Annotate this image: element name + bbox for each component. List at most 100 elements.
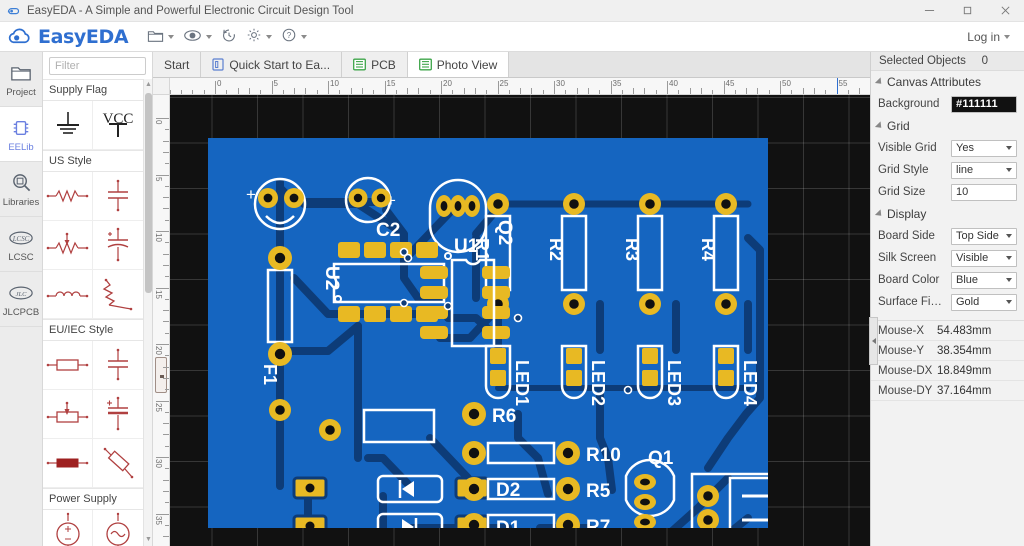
- ruler-major-tick: [611, 81, 612, 94]
- section-canvas-attributes[interactable]: Canvas Attributes: [871, 71, 1024, 93]
- ruler-minor-tick: [791, 90, 792, 94]
- close-button[interactable]: [986, 0, 1024, 22]
- svg-text:JLC: JLC: [16, 290, 28, 297]
- symbol-potentiometer-eu[interactable]: [43, 390, 93, 438]
- grid-size-input[interactable]: 10: [951, 184, 1017, 201]
- designator-F1: F1: [260, 364, 280, 385]
- sidebar-item-libraries[interactable]: Libraries: [0, 162, 42, 217]
- symbol-capacitor-eu[interactable]: [93, 341, 143, 389]
- symbol-resistor-us[interactable]: [43, 172, 93, 220]
- symbol-row: [43, 221, 143, 270]
- eelib-panel: Supply Flag VCC: [43, 52, 153, 546]
- symbol-capacitor-polar-eu[interactable]: [93, 390, 143, 438]
- panel-collapse-handle[interactable]: [869, 317, 878, 365]
- symbol-ac-source[interactable]: [93, 510, 143, 546]
- symbol-row: [43, 341, 143, 390]
- symbol-capacitor-us[interactable]: [93, 172, 143, 220]
- scroll-down-arrow[interactable]: ▼: [145, 536, 152, 544]
- easyeda-application: EasyEDA - A Simple and Powerful Electron…: [0, 0, 1024, 546]
- chevron-down-icon: [1006, 300, 1012, 304]
- scrollbar-thumb[interactable]: [145, 93, 152, 293]
- ruler-minor-tick: [165, 242, 169, 243]
- ruler-tick-label: 10: [154, 233, 163, 242]
- svg-text:LCSC: LCSC: [12, 234, 30, 242]
- symbol-gnd[interactable]: [43, 101, 93, 149]
- vertical-ruler-handle[interactable]: [155, 357, 167, 393]
- symbol-dc-source[interactable]: [43, 510, 93, 546]
- section-display[interactable]: Display: [871, 203, 1024, 225]
- sidebar-item-jlcpcb[interactable]: JLC JLCPCB: [0, 272, 42, 327]
- property-row-background: Background #111111: [871, 93, 1024, 115]
- history-menu-button[interactable]: [218, 26, 240, 48]
- designator-U1: U1: [454, 236, 479, 257]
- settings-menu-button[interactable]: [243, 25, 275, 48]
- tab-label: PCB: [371, 58, 396, 72]
- symbol-capacitor-polar-us[interactable]: [93, 221, 143, 269]
- chevron-down-icon: [266, 35, 272, 39]
- designator-D1: D1: [496, 518, 521, 528]
- designator-Q1: Q1: [648, 448, 674, 469]
- tab-start[interactable]: Start: [153, 52, 201, 77]
- ruler-minor-tick: [735, 90, 736, 94]
- pcb-board[interactable]: + + C2: [208, 138, 768, 528]
- tab-photo-view[interactable]: Photo View: [408, 52, 510, 77]
- folder-icon: [147, 28, 164, 46]
- property-row-grid-style: Grid Style line: [871, 159, 1024, 181]
- library-scrollbar[interactable]: ▲ ▼: [143, 79, 152, 546]
- filter-input[interactable]: [49, 57, 146, 75]
- property-row-board-side: Board Side Top Side: [871, 225, 1024, 247]
- designator-R7: R7: [586, 517, 610, 528]
- maximize-button[interactable]: [948, 0, 986, 22]
- ruler-minor-tick: [192, 90, 193, 94]
- login-button[interactable]: Log in: [967, 30, 1016, 44]
- visible-grid-select[interactable]: Yes: [951, 140, 1017, 157]
- chevron-down-icon: [1006, 168, 1012, 172]
- file-menu-button[interactable]: [144, 26, 177, 48]
- ruler-minor-tick: [163, 378, 169, 379]
- tab-pcb[interactable]: PCB: [342, 52, 408, 77]
- pcb-canvas[interactable]: + + C2: [170, 95, 870, 546]
- ruler-minor-tick: [859, 88, 860, 94]
- ruler-minor-tick: [520, 88, 521, 94]
- surface-finish-select[interactable]: Gold: [951, 294, 1017, 311]
- tab-quick-start[interactable]: Quick Start to Ea...: [201, 52, 342, 77]
- ruler-minor-tick: [757, 88, 758, 94]
- ruler-major-tick: [156, 118, 169, 119]
- symbol-resistor-eu[interactable]: [43, 341, 93, 389]
- ruler-minor-tick: [351, 88, 352, 94]
- symbol-vcc[interactable]: VCC: [93, 101, 143, 149]
- symbol-resistor-filled-eu[interactable]: [43, 439, 93, 487]
- sidebar-item-lcsc[interactable]: LCSC LCSC: [0, 217, 42, 272]
- chip-icon: [11, 116, 31, 140]
- grid-size-value: 10: [956, 186, 968, 198]
- symbol-varistor-eu[interactable]: [93, 439, 143, 487]
- pcb-icon: [353, 58, 366, 71]
- minimize-button[interactable]: [910, 0, 948, 22]
- view-menu-button[interactable]: [180, 26, 215, 48]
- ruler-tick-label: 45: [726, 79, 735, 88]
- symbol-varistor-us[interactable]: [93, 270, 143, 318]
- silk-screen-select[interactable]: Visible: [951, 250, 1017, 267]
- symbol-potentiometer-us[interactable]: [43, 221, 93, 269]
- help-menu-button[interactable]: ?: [278, 25, 310, 48]
- ruler-minor-tick: [588, 88, 589, 94]
- sidebar-label-jlcpcb: JLCPCB: [3, 307, 39, 318]
- background-color-field[interactable]: #111111: [951, 96, 1017, 113]
- horizontal-ruler[interactable]: 0510152025303540455055: [170, 78, 870, 95]
- ruler-major-tick: [780, 81, 781, 94]
- library-group-title: Supply Flag: [43, 79, 143, 101]
- sidebar-item-project[interactable]: Project: [0, 52, 42, 107]
- ruler-tick-label: 25: [154, 403, 163, 412]
- symbol-inductor-us[interactable]: [43, 270, 93, 318]
- designator-LED1: LED1: [512, 360, 532, 406]
- grid-style-select[interactable]: line: [951, 162, 1017, 179]
- vertical-ruler[interactable]: 05101520253035: [153, 95, 170, 546]
- board-side-select[interactable]: Top Side: [951, 228, 1017, 245]
- scroll-up-arrow[interactable]: ▲: [145, 81, 152, 89]
- chevron-down-icon: [206, 35, 212, 39]
- gear-icon: [246, 27, 262, 46]
- section-grid[interactable]: Grid: [871, 115, 1024, 137]
- ruler-tick-label: 40: [669, 79, 678, 88]
- board-color-select[interactable]: Blue: [951, 272, 1017, 289]
- sidebar-item-eelib[interactable]: EELib: [0, 107, 42, 162]
